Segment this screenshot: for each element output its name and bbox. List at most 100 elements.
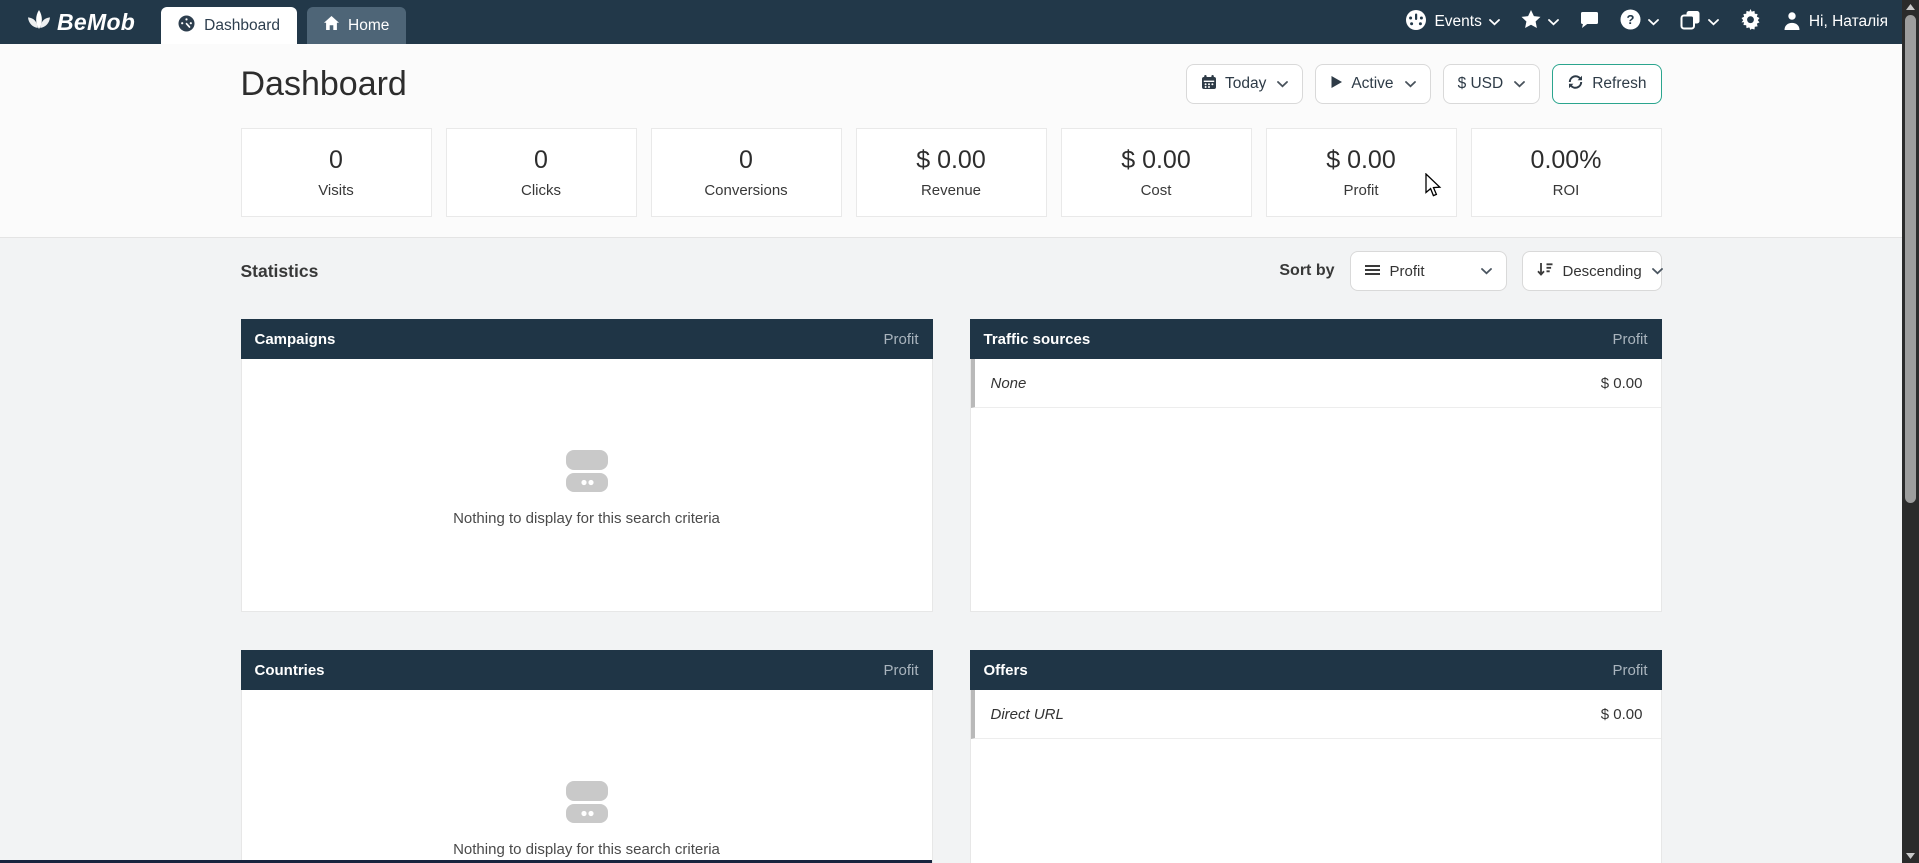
status-filter-label: Active xyxy=(1351,75,1393,93)
user-icon xyxy=(1782,10,1802,35)
empty-state-text: Nothing to display for this search crite… xyxy=(453,841,720,858)
row-name: Direct URL xyxy=(991,706,1064,723)
stat-card-clicks: 0 Clicks xyxy=(446,128,637,217)
sort-field-value: Profit xyxy=(1390,263,1425,280)
tab-dashboard[interactable]: Dashboard xyxy=(161,7,297,44)
vertical-scrollbar[interactable] xyxy=(1902,0,1919,863)
chevron-down-icon xyxy=(1514,81,1525,88)
chat-button[interactable] xyxy=(1580,11,1599,34)
panel-header: Countries Profit xyxy=(241,650,933,690)
chevron-down-icon xyxy=(1489,19,1500,26)
empty-database-icon xyxy=(564,450,610,497)
panel-metric-label: Profit xyxy=(1612,662,1647,679)
row-value: $ 0.00 xyxy=(1601,706,1643,723)
stat-card-cost: $ 0.00 Cost xyxy=(1061,128,1252,217)
row-name: None xyxy=(991,375,1027,392)
help-menu[interactable]: ? xyxy=(1620,9,1659,35)
stat-value: $ 0.00 xyxy=(1121,146,1191,175)
empty-state: Nothing to display for this search crite… xyxy=(242,359,932,611)
bemob-logo[interactable]: BeMob xyxy=(27,8,135,36)
panel-countries: Countries Profit Nothing to display f xyxy=(241,650,933,863)
stat-value: 0 xyxy=(534,146,548,175)
stacked-windows-icon xyxy=(1680,10,1701,35)
tab-home[interactable]: Home xyxy=(307,7,406,44)
stat-value: $ 0.00 xyxy=(916,146,986,175)
chevron-down-icon xyxy=(1708,19,1719,26)
stat-label: Conversions xyxy=(704,182,787,199)
chevron-down-icon xyxy=(1405,81,1416,88)
gear-icon xyxy=(1740,9,1761,35)
tab-label: Home xyxy=(348,17,389,35)
stat-card-conversions: 0 Conversions xyxy=(651,128,842,217)
scrollbar-down-arrow[interactable] xyxy=(1902,849,1919,863)
panel-metric-label: Profit xyxy=(883,662,918,679)
list-icon xyxy=(1365,263,1380,280)
row-value: $ 0.00 xyxy=(1601,375,1643,392)
panel-title: Offers xyxy=(984,662,1028,679)
chevron-down-icon xyxy=(1548,19,1559,26)
stats-cards-row: 0 Visits 0 Clicks 0 Conversions $ 0.00 R… xyxy=(241,128,1662,217)
stat-label: Clicks xyxy=(521,182,561,199)
leaf-logo-icon xyxy=(27,8,51,36)
empty-state-text: Nothing to display for this search crite… xyxy=(453,510,720,527)
panel-campaigns: Campaigns Profit Nothing to display f xyxy=(241,319,933,612)
stat-value: 0 xyxy=(739,146,753,175)
navbar-tabs: Dashboard Home xyxy=(161,7,406,44)
scrollbar-thumb[interactable] xyxy=(1905,15,1916,503)
stat-card-roi: 0.00% ROI xyxy=(1471,128,1662,217)
stat-label: Revenue xyxy=(921,182,981,199)
panel-header: Traffic sources Profit xyxy=(970,319,1662,359)
favorites-menu[interactable] xyxy=(1521,10,1559,34)
stat-card-revenue: $ 0.00 Revenue xyxy=(856,128,1047,217)
events-label: Events xyxy=(1434,13,1481,31)
chevron-down-icon xyxy=(1652,268,1663,275)
refresh-label: Refresh xyxy=(1592,75,1646,93)
user-menu[interactable]: Hi, Наталія xyxy=(1782,10,1888,35)
report-row[interactable]: Direct URL $ 0.00 xyxy=(971,690,1661,739)
settings-button[interactable] xyxy=(1740,9,1761,35)
workspaces-menu[interactable] xyxy=(1680,10,1719,35)
empty-state: Nothing to display for this search crite… xyxy=(242,690,932,863)
panel-metric-label: Profit xyxy=(1612,331,1647,348)
stat-label: ROI xyxy=(1553,182,1580,199)
empty-database-icon xyxy=(564,781,610,828)
refresh-button[interactable]: Refresh xyxy=(1552,64,1661,104)
dashboard-toolbar: Today Active $ USD xyxy=(1186,64,1662,104)
svg-text:?: ? xyxy=(1626,12,1634,27)
page-title: Dashboard xyxy=(241,65,407,104)
panel-title: Campaigns xyxy=(255,331,336,348)
dashboard-gauge-icon xyxy=(178,15,195,37)
panel-header: Offers Profit xyxy=(970,650,1662,690)
chevron-down-icon xyxy=(1481,268,1492,275)
bemob-app: BeMob Dashboard Home xyxy=(0,0,1902,863)
stat-value: 0.00% xyxy=(1531,146,1602,175)
report-panels-grid: Campaigns Profit Nothing to display f xyxy=(241,319,1662,863)
stat-value: 0 xyxy=(329,146,343,175)
sort-direction-dropdown[interactable]: Descending xyxy=(1522,251,1662,291)
stat-label: Visits xyxy=(318,182,354,199)
stat-label: Cost xyxy=(1141,182,1172,199)
tab-label: Dashboard xyxy=(204,17,280,35)
stat-card-profit: $ 0.00 Profit xyxy=(1266,128,1457,217)
sort-descending-icon xyxy=(1537,262,1553,280)
scrollbar-up-arrow[interactable] xyxy=(1902,0,1919,14)
logo-text: BeMob xyxy=(57,9,135,36)
sort-field-dropdown[interactable]: Profit xyxy=(1350,251,1507,291)
report-row[interactable]: None $ 0.00 xyxy=(971,359,1661,408)
panel-header: Campaigns Profit xyxy=(241,319,933,359)
currency-button[interactable]: $ USD xyxy=(1443,64,1541,104)
play-icon xyxy=(1330,75,1343,94)
panel-offers: Offers Profit Direct URL $ 0.00 xyxy=(970,650,1662,863)
events-menu[interactable]: Events xyxy=(1405,9,1499,36)
date-range-label: Today xyxy=(1225,75,1266,93)
panel-traffic-sources: Traffic sources Profit None $ 0.00 xyxy=(970,319,1662,612)
events-gauge-icon xyxy=(1405,9,1427,36)
status-filter-button[interactable]: Active xyxy=(1315,64,1430,104)
date-range-button[interactable]: Today xyxy=(1186,64,1303,104)
stat-card-visits: 0 Visits xyxy=(241,128,432,217)
help-icon: ? xyxy=(1620,9,1641,35)
chat-bubble-icon xyxy=(1580,11,1599,34)
stat-label: Profit xyxy=(1343,182,1378,199)
dashboard-header-section: Dashboard Today xyxy=(0,44,1902,238)
statistics-heading: Statistics xyxy=(241,261,319,282)
